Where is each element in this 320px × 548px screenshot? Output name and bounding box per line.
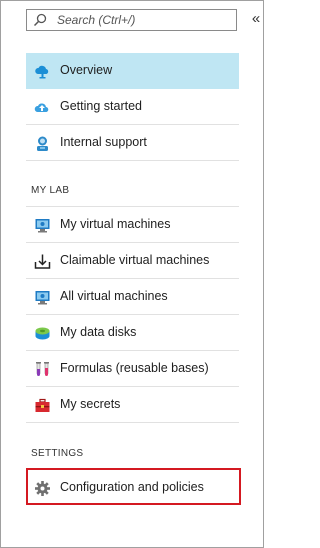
collapse-menu-button[interactable]: « — [250, 9, 262, 29]
nav-item-label: Internal support — [60, 135, 147, 149]
section-header-settings: SETTINGS — [31, 448, 84, 459]
nav-item-getting-started[interactable]: Getting started — [26, 89, 239, 125]
support-person-icon — [37, 136, 48, 151]
search-icon — [33, 13, 47, 27]
vm-icon — [35, 291, 50, 305]
nav-item-label: Claimable virtual machines — [60, 253, 210, 267]
highlight-box — [26, 468, 241, 505]
test-tubes-icon — [36, 362, 49, 376]
nav-item-internal-support[interactable]: Internal support — [26, 125, 239, 161]
nav-item-label: My data disks — [60, 325, 137, 339]
nav-item-all-virtual-machines[interactable]: All virtual machines — [26, 279, 239, 315]
search-placeholder: Search (Ctrl+/) — [57, 13, 136, 27]
nav-item-my-data-disks[interactable]: My data disks — [26, 315, 239, 351]
nav-item-my-virtual-machines[interactable]: My virtual machines — [26, 207, 239, 243]
nav-item-label: My virtual machines — [60, 217, 171, 231]
search-input[interactable]: Search (Ctrl+/) — [26, 9, 237, 31]
nav-item-label: All virtual machines — [60, 289, 168, 303]
download-tray-icon — [34, 254, 51, 269]
section-header-my-lab: MY LAB — [31, 185, 70, 196]
nav-item-label: Overview — [60, 63, 113, 77]
cloud-overview-icon — [35, 65, 49, 79]
cloud-start-icon — [34, 103, 49, 112]
nav-item-label: Getting started — [60, 99, 142, 113]
nav-item-overview[interactable]: Overview — [26, 53, 239, 89]
nav-item-formulas[interactable]: Formulas (reusable bases) — [26, 351, 239, 387]
nav-item-claimable-virtual-machines[interactable]: Claimable virtual machines — [26, 243, 239, 279]
toolbox-icon — [35, 398, 50, 412]
vm-icon — [35, 219, 50, 233]
disk-icon — [35, 327, 50, 340]
lab-menu-panel: Search (Ctrl+/) « Overview Getting start… — [0, 0, 264, 548]
nav-item-my-secrets[interactable]: My secrets — [26, 387, 239, 423]
nav-item-label: My secrets — [60, 397, 121, 411]
nav-item-label: Formulas (reusable bases) — [60, 361, 209, 375]
